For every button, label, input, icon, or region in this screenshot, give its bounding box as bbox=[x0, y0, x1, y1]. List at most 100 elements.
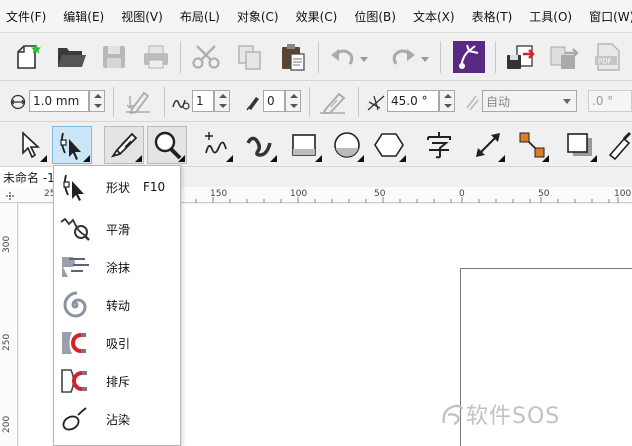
flyout-item-label: 吸引 bbox=[106, 336, 131, 351]
flyout-indicator-icon bbox=[135, 155, 142, 162]
shape-tool-button[interactable] bbox=[52, 126, 92, 164]
import-button[interactable] bbox=[502, 41, 538, 73]
repel-tool-icon bbox=[58, 366, 92, 396]
eyedropper-tool-button[interactable] bbox=[604, 127, 632, 163]
flyout-indicator-icon bbox=[498, 155, 505, 162]
save-button[interactable] bbox=[99, 41, 129, 73]
attract-tool-icon bbox=[58, 328, 92, 358]
pen-tilt-icon bbox=[320, 92, 346, 114]
angle-field[interactable]: 45.0 ° bbox=[387, 90, 439, 112]
smoothness-field[interactable]: 1 bbox=[192, 90, 214, 112]
pressure-spinner[interactable] bbox=[285, 90, 301, 112]
undo-button[interactable] bbox=[328, 41, 358, 73]
flyout-indicator-icon bbox=[83, 155, 90, 162]
menu-object[interactable]: 对象(C) bbox=[237, 8, 279, 25]
export-button[interactable] bbox=[546, 41, 582, 73]
document-tab[interactable]: 未命名 -1 bbox=[0, 167, 60, 187]
pressure-field[interactable]: 0 bbox=[263, 90, 285, 112]
degree-field[interactable]: .0 ° bbox=[588, 90, 632, 112]
save-icon bbox=[103, 46, 125, 68]
drop-shadow-tool-button[interactable] bbox=[562, 127, 598, 163]
dimension-tool-button[interactable] bbox=[470, 127, 506, 163]
shortcut-key: F10 bbox=[143, 180, 166, 194]
smart-drawing-tool-button[interactable] bbox=[242, 127, 278, 163]
pick-tool-button[interactable] bbox=[12, 127, 48, 163]
pdf-icon: PDF bbox=[595, 43, 620, 71]
flyout-item-smooth[interactable]: 平滑 bbox=[54, 212, 180, 246]
svg-text:PDF: PDF bbox=[598, 58, 612, 66]
redo-dropdown-button[interactable] bbox=[420, 55, 430, 65]
vertical-ruler[interactable]: 300 250 200 bbox=[0, 203, 18, 446]
open-button[interactable] bbox=[55, 41, 89, 73]
flyout-item-smear[interactable]: 涂抹 bbox=[54, 250, 180, 284]
ruler-origin-icon[interactable] bbox=[3, 190, 17, 202]
menu-edit[interactable]: 编辑(E) bbox=[63, 8, 104, 25]
smoothness-spinner[interactable] bbox=[214, 90, 230, 112]
undo-icon bbox=[331, 49, 354, 65]
cut-button[interactable] bbox=[189, 41, 223, 73]
flyout-item-shape[interactable]: 形状 F10 bbox=[54, 170, 180, 204]
flyout-item-repel[interactable]: 排斥 bbox=[54, 364, 180, 398]
separator bbox=[309, 87, 310, 117]
flyout-indicator-icon bbox=[270, 155, 277, 162]
paste-button[interactable] bbox=[276, 41, 310, 73]
flyout-indicator-icon bbox=[357, 155, 364, 162]
ruler-label: 200 bbox=[2, 415, 12, 433]
twirl-tool-icon bbox=[58, 290, 92, 320]
mode-dropdown[interactable]: 自动 bbox=[482, 90, 577, 112]
text-tool-button[interactable] bbox=[421, 127, 457, 163]
smudge-tool-icon bbox=[58, 404, 92, 434]
menu-file[interactable]: 文件(F) bbox=[6, 8, 46, 25]
separator bbox=[318, 41, 319, 73]
menu-view[interactable]: 视图(V) bbox=[121, 8, 163, 25]
undo-dropdown-button[interactable] bbox=[359, 55, 369, 65]
pressure-pen-button[interactable] bbox=[120, 87, 156, 117]
copy-icon bbox=[238, 45, 261, 70]
flyout-item-attract[interactable]: 吸引 bbox=[54, 326, 180, 360]
watermark: 软件SOS bbox=[440, 398, 560, 430]
pen-tilt-button[interactable] bbox=[315, 87, 351, 117]
new-document-button[interactable] bbox=[12, 41, 44, 73]
outline-width-field[interactable]: 1.0 mm bbox=[29, 90, 89, 112]
connector-tool-button[interactable] bbox=[514, 127, 550, 163]
flyout-item-label: 形状 bbox=[106, 180, 131, 195]
search-content-button[interactable] bbox=[452, 40, 486, 74]
outline-width-spinner[interactable] bbox=[89, 90, 105, 112]
pen-pressure-icon bbox=[126, 91, 150, 115]
flyout-indicator-icon bbox=[542, 155, 549, 162]
flyout-item-smudge[interactable]: 沾染 bbox=[54, 402, 180, 436]
watermark-text: 软件SOS bbox=[466, 404, 561, 429]
flyout-item-twirl[interactable]: 转动 bbox=[54, 288, 180, 322]
menu-effects[interactable]: 效果(C) bbox=[296, 8, 338, 25]
smoothness-icon bbox=[171, 92, 191, 112]
import-icon bbox=[507, 45, 535, 69]
chevron-down-icon bbox=[360, 57, 368, 62]
smooth-tool-icon bbox=[58, 214, 92, 244]
separator bbox=[440, 41, 441, 73]
polygon-tool-button[interactable] bbox=[371, 127, 407, 163]
corel-content-icon bbox=[453, 41, 485, 73]
menu-bitmaps[interactable]: 位图(B) bbox=[354, 8, 396, 25]
freehand-tool-button[interactable] bbox=[198, 127, 234, 163]
menu-window[interactable]: 窗口(W) bbox=[589, 8, 632, 25]
print-button[interactable] bbox=[139, 41, 173, 73]
smear-tool-icon bbox=[58, 252, 92, 282]
ellipse-tool-button[interactable] bbox=[329, 127, 365, 163]
angle-spinner[interactable] bbox=[439, 90, 455, 112]
separator bbox=[495, 41, 496, 73]
publish-pdf-button[interactable]: PDF bbox=[590, 41, 626, 73]
redo-button[interactable] bbox=[388, 41, 418, 73]
rectangle-tool-button[interactable] bbox=[287, 127, 323, 163]
menu-text[interactable]: 文本(X) bbox=[413, 8, 455, 25]
chevron-down-icon bbox=[421, 57, 429, 62]
menu-table[interactable]: 表格(T) bbox=[472, 8, 513, 25]
copy-button[interactable] bbox=[233, 41, 267, 73]
mode-icon bbox=[462, 91, 482, 113]
artistic-media-tool-button[interactable] bbox=[104, 126, 144, 164]
zoom-tool-button[interactable] bbox=[147, 126, 187, 164]
menu-layout[interactable]: 布局(L) bbox=[180, 8, 220, 25]
menu-tools[interactable]: 工具(O) bbox=[529, 8, 572, 25]
shape-tool-flyout: 形状 F10 平滑 涂抹 转动 吸引 排斥 沾染 bbox=[53, 165, 181, 446]
angle-icon bbox=[365, 91, 387, 113]
flyout-indicator-icon bbox=[40, 155, 47, 162]
